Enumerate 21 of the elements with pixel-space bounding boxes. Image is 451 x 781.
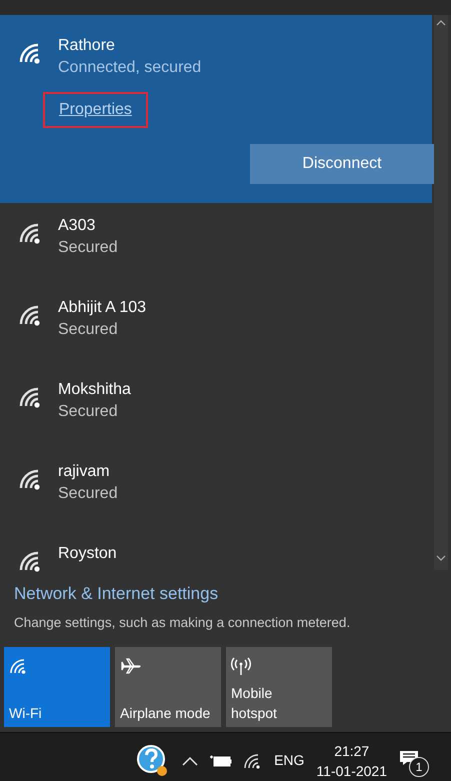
disconnect-button[interactable]: Disconnect: [250, 144, 434, 184]
network-name: rajivam: [58, 462, 111, 482]
settings-description: Change settings, such as making a connection metered.: [14, 614, 352, 632]
network-status: Connected, secured: [58, 58, 202, 78]
wifi-tile[interactable]: Wi-Fi: [4, 646, 110, 727]
clock[interactable]: 21:27 11-01-2021: [316, 740, 387, 781]
network-name: Mokshitha: [58, 380, 131, 400]
network-name: Rathore: [58, 36, 116, 56]
network-status: Secured: [58, 320, 119, 340]
settings-link[interactable]: Network & Internet settings: [14, 581, 437, 606]
language-indicator[interactable]: ENG: [274, 750, 304, 772]
network-status: Secured: [58, 402, 119, 422]
mobile-hotspot-tile[interactable]: Mobile hotspot: [226, 646, 332, 727]
airplane-mode-tile[interactable]: Airplane mode: [115, 646, 221, 727]
network-name: Abhijit A 103: [58, 298, 146, 318]
network-name: Royston: [58, 544, 117, 564]
network-status: Secured: [58, 484, 118, 504]
network-status: Secured: [58, 238, 118, 258]
network-name: A303: [58, 216, 96, 236]
properties-link[interactable]: Properties: [43, 92, 148, 128]
connected-network-panel[interactable]: Rathore Connected, secured Properties Disconnect: [0, 15, 432, 203]
